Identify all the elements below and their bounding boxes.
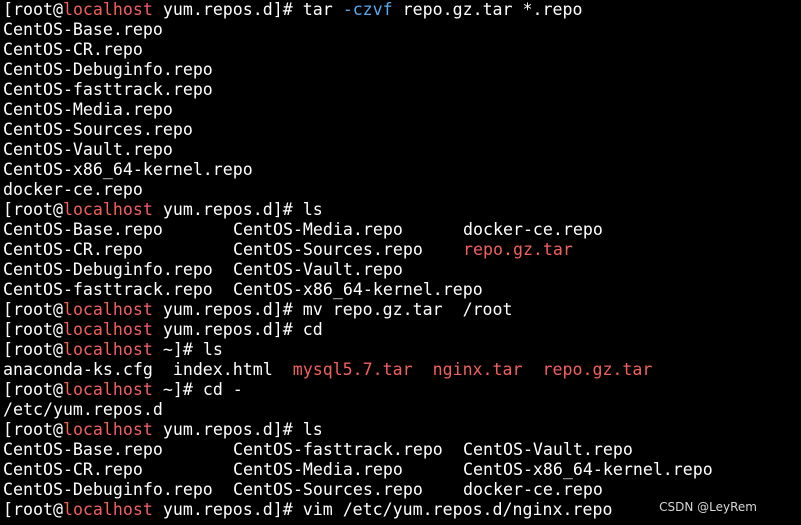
terminal-line: docker-ce.repo xyxy=(3,180,801,200)
archive-file-entry: repo.gz.tar xyxy=(463,240,573,259)
terminal-line: CentOS-Debuginfo.repo CentOS-Vault.repo xyxy=(3,260,801,280)
terminal-text: /etc/yum.repos.d xyxy=(3,400,163,419)
terminal-text: [root@ xyxy=(3,420,63,439)
archive-file-text: mysql5.7.tar xyxy=(292,360,413,379)
terminal-line: [root@localhost yum.repos.d]# mv repo.gz… xyxy=(3,300,801,320)
terminal-line: [root@localhost yum.repos.d]# tar -czvf … xyxy=(3,0,801,20)
terminal-line: [root@localhost ~]# ls xyxy=(3,340,801,360)
file-entry: CentOS-CR.repo xyxy=(3,460,143,479)
terminal-text: CentOS-Base.repo xyxy=(3,20,163,39)
terminal-text: repo.gz.tar *.repo xyxy=(392,0,583,19)
terminal-line: CentOS-x86_64-kernel.repo xyxy=(3,160,801,180)
file-entry: CentOS-fasttrack.repo xyxy=(233,440,443,459)
csdn-watermark: CSDN @LeyRem xyxy=(659,500,757,514)
terminal-text: CentOS-fasttrack.repo xyxy=(3,80,213,99)
file-entry: docker-ce.repo xyxy=(463,220,603,239)
terminal-text: [root@ xyxy=(3,320,63,339)
terminal-text: docker-ce.repo xyxy=(3,180,143,199)
terminal-text: yum.repos.d]# ls xyxy=(152,200,323,219)
terminal-line: CentOS-fasttrack.repo CentOS-x86_64-kerne… xyxy=(3,280,801,300)
terminal-text: yum.repos.d]# tar xyxy=(152,0,343,19)
terminal-line: anaconda-ks.cfg index.html mysql5.7.tar … xyxy=(3,360,801,380)
hostname-text: localhost xyxy=(62,0,153,19)
command-option-text: -czvf xyxy=(342,0,393,19)
file-entry: CentOS-CR.repo xyxy=(3,240,143,259)
hostname-text: localhost xyxy=(62,380,153,399)
terminal-line: CentOS-Media.repo xyxy=(3,100,801,120)
terminal-line: CentOS-Base.repo xyxy=(3,20,801,40)
file-entry: CentOS-Media.repo xyxy=(233,460,403,479)
terminal-text: CentOS-x86_64-kernel.repo xyxy=(3,160,253,179)
hostname-text: localhost xyxy=(62,300,153,319)
terminal-text: [root@ xyxy=(3,0,63,19)
terminal-line: CentOS-CR.repo xyxy=(3,40,801,60)
terminal-line: CentOS-Sources.repo xyxy=(3,120,801,140)
file-entry: CentOS-fasttrack.repo xyxy=(3,280,213,299)
terminal-text: yum.repos.d]# cd xyxy=(152,320,323,339)
terminal-line: CentOS-Base.repo CentOS-fasttrack.repo Cen… xyxy=(3,440,801,460)
terminal-line: CentOS-Base.repo CentOS-Media.repo docker-… xyxy=(3,220,801,240)
terminal-line: [root@localhost ~]# cd - xyxy=(3,380,801,400)
file-entry: docker-ce.repo xyxy=(463,480,603,499)
file-entry: CentOS-Debuginfo.repo xyxy=(3,480,213,499)
terminal-text: CentOS-Debuginfo.repo xyxy=(3,60,213,79)
terminal-window[interactable]: [root@localhost yum.repos.d]# tar -czvf … xyxy=(3,0,801,525)
archive-file-text: repo.gz.tar xyxy=(542,360,653,379)
hostname-text: localhost xyxy=(62,320,153,339)
hostname-text: localhost xyxy=(62,340,153,359)
hostname-text: localhost xyxy=(62,500,153,519)
terminal-line: CentOS-Vault.repo xyxy=(3,140,801,160)
terminal-line: /etc/yum.repos.d xyxy=(3,400,801,420)
terminal-text: [root@ xyxy=(3,340,63,359)
terminal-line: CentOS-CR.repo CentOS-Sources.repo repo.gz… xyxy=(3,240,801,260)
file-entry: CentOS-Vault.repo xyxy=(233,260,403,279)
file-entry: CentOS-Media.repo xyxy=(233,220,403,239)
terminal-line: CentOS-Debuginfo.repo xyxy=(3,60,801,80)
terminal-line: [root@localhost yum.repos.d]# cd xyxy=(3,320,801,340)
terminal-text: [root@ xyxy=(3,380,63,399)
terminal-text: CentOS-CR.repo xyxy=(3,40,143,59)
terminal-line: CentOS-fasttrack.repo xyxy=(3,80,801,100)
hostname-text: localhost xyxy=(62,200,153,219)
file-entry: CentOS-x86_64-kernel.repo xyxy=(233,280,483,299)
terminal-line: [root@localhost yum.repos.d]# ls xyxy=(3,200,801,220)
terminal-text: yum.repos.d]# ls xyxy=(152,420,323,439)
archive-file-text: nginx.tar xyxy=(432,360,523,379)
terminal-text: yum.repos.d]# vim /etc/yum.repos.d/nginx… xyxy=(152,500,613,519)
file-entry: CentOS-Sources.repo xyxy=(233,480,423,499)
file-entry: CentOS-Vault.repo xyxy=(463,440,633,459)
file-entry: CentOS-x86_64-kernel.repo xyxy=(463,460,713,479)
terminal-text: anaconda-ks.cfg index.html xyxy=(3,360,293,379)
terminal-text: CentOS-Vault.repo xyxy=(3,140,173,159)
terminal-text: ~]# ls xyxy=(152,340,223,359)
terminal-text: CentOS-Sources.repo xyxy=(3,120,193,139)
terminal-line: CentOS-Debuginfo.repo CentOS-Sources.repo… xyxy=(3,480,801,500)
terminal-text: CentOS-Media.repo xyxy=(3,100,173,119)
file-entry: CentOS-Base.repo xyxy=(3,220,163,239)
file-entry: CentOS-Sources.repo xyxy=(233,240,423,259)
terminal-text: ~]# cd - xyxy=(152,380,243,399)
terminal-text: [root@ xyxy=(3,300,63,319)
hostname-text: localhost xyxy=(62,420,153,439)
terminal-text: [root@ xyxy=(3,200,63,219)
terminal-line: CentOS-CR.repo CentOS-Media.repo CentOS-x8… xyxy=(3,460,801,480)
file-entry: CentOS-Base.repo xyxy=(3,440,163,459)
file-entry: CentOS-Debuginfo.repo xyxy=(3,260,213,279)
terminal-line: [root@localhost yum.repos.d]# ls xyxy=(3,420,801,440)
terminal-text: [root@ xyxy=(3,500,63,519)
terminal-text: yum.repos.d]# mv repo.gz.tar /root xyxy=(152,300,513,319)
